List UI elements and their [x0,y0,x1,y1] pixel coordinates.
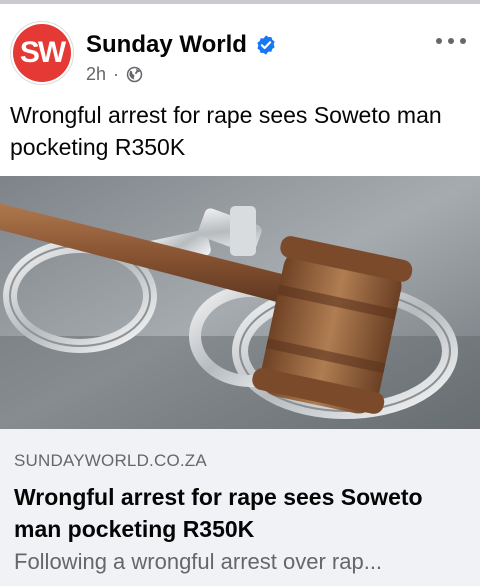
link-title[interactable]: Wrongful arrest for rape sees Soweto man… [14,481,469,545]
meta-separator: · [113,64,120,84]
post-meta: 2h · [86,64,143,85]
page-avatar[interactable]: SW [10,21,74,85]
more-options-icon[interactable] [436,34,466,48]
facebook-post: SW Sunday World 2h · Wrongful arrest for… [0,0,480,586]
post-image[interactable] [0,176,480,429]
link-description: Following a wrongful arrest over rap... [14,549,383,574]
post-header: SW Sunday World 2h · [0,4,480,94]
verified-badge-icon [257,35,275,55]
page-name-row: Sunday World [86,31,277,59]
page-name[interactable]: Sunday World [86,31,247,59]
post-message: Wrongful arrest for rape sees Soweto man… [10,102,442,160]
globe-icon[interactable] [126,66,143,83]
avatar-logo: SW [13,24,71,82]
post-time[interactable]: 2h [86,64,106,85]
gavel-handcuffs-illustration [0,176,480,429]
link-preview[interactable]: SUNDAYWORLD.CO.ZA Wrongful arrest for ra… [0,429,480,586]
link-domain: SUNDAYWORLD.CO.ZA [14,451,207,470]
